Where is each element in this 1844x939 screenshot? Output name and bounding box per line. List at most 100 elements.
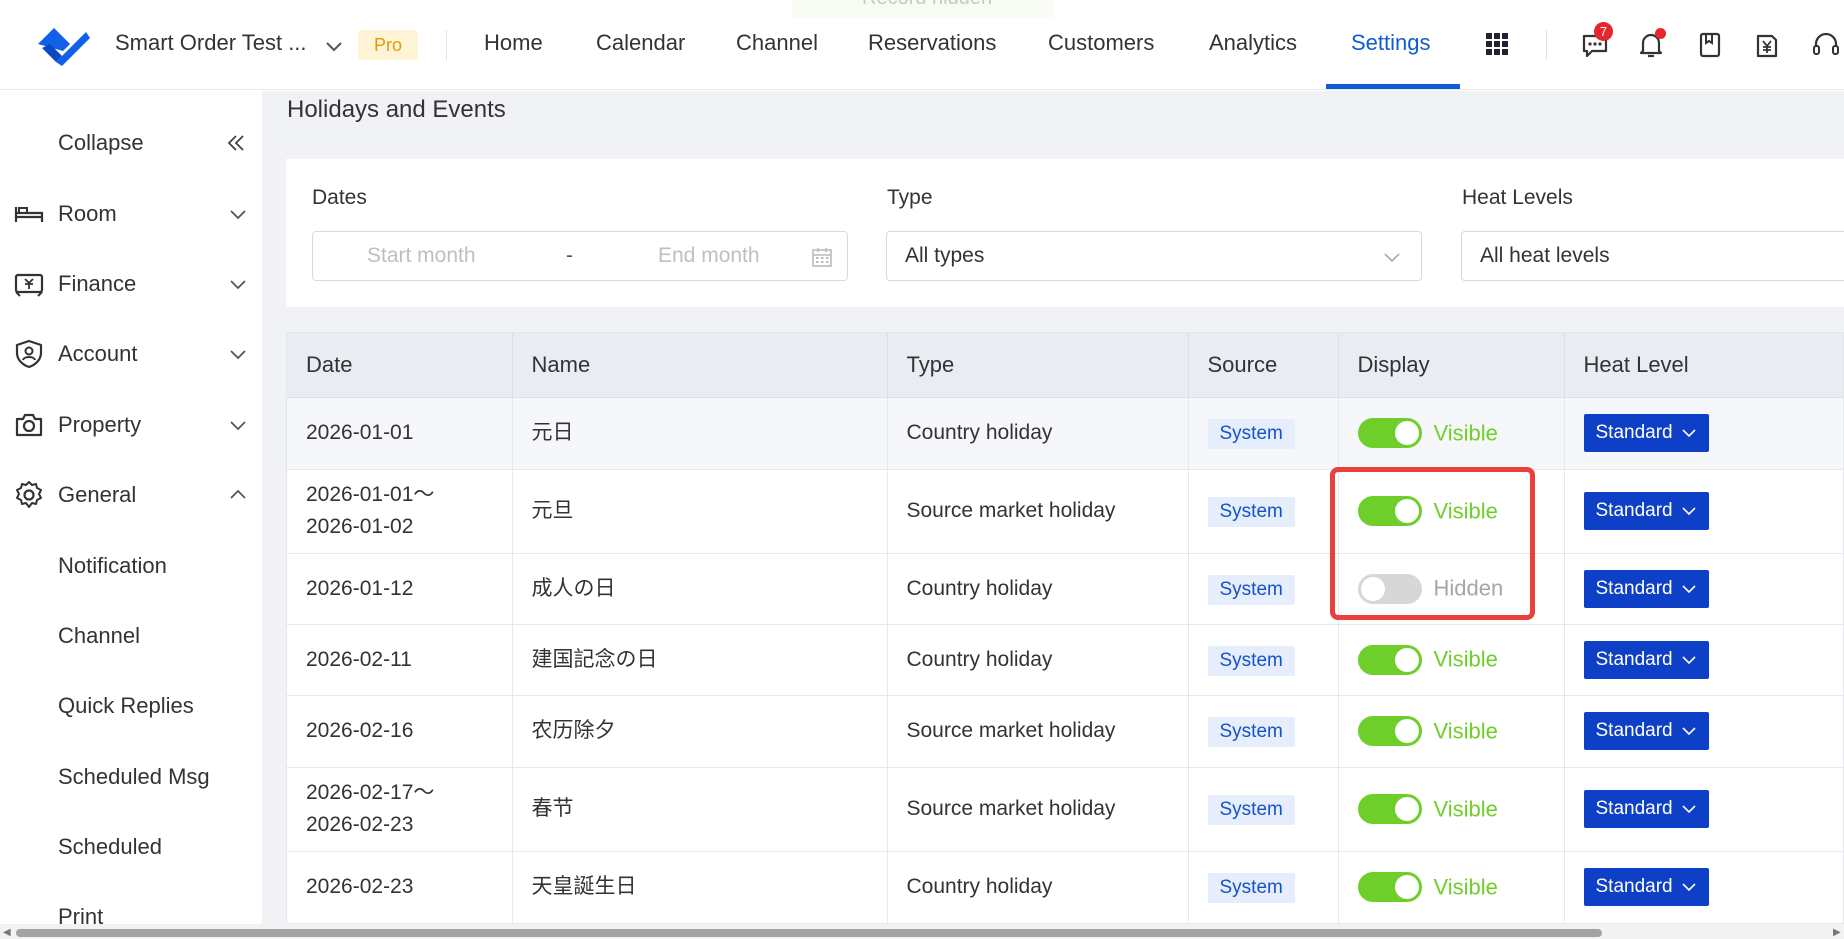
sidebar-item-room[interactable]: Room bbox=[0, 194, 262, 234]
heat-level-dropdown[interactable]: Standard bbox=[1583, 790, 1709, 828]
display-toggle[interactable] bbox=[1357, 716, 1422, 747]
source-tag: System bbox=[1207, 717, 1295, 747]
gear-icon bbox=[16, 481, 42, 508]
type-select[interactable]: All types bbox=[886, 231, 1422, 281]
apps-grid-icon[interactable] bbox=[1484, 31, 1510, 57]
name-cell: 天皇誕生日 bbox=[512, 851, 888, 924]
heat-level-select[interactable]: All heat levels bbox=[1461, 231, 1844, 281]
column-header-type[interactable]: Type bbox=[887, 333, 1189, 398]
payment-yen-icon[interactable] bbox=[1752, 30, 1782, 60]
heat-level-dropdown[interactable]: Standard bbox=[1583, 569, 1709, 608]
date-start: 2026-02-23 bbox=[306, 875, 414, 898]
scroll-left-arrow-icon[interactable]: ◀ bbox=[3, 927, 11, 938]
headset-support-icon[interactable] bbox=[1808, 30, 1844, 60]
sidebar-subitem-channel[interactable]: Channel bbox=[58, 623, 140, 649]
display-toggle[interactable] bbox=[1357, 794, 1422, 825]
date-end: 2026-02-23 bbox=[306, 813, 414, 836]
nav-settings[interactable]: Settings bbox=[1351, 30, 1431, 56]
table-row: 2026-02-23 天皇誕生日 Country holiday System … bbox=[287, 851, 1843, 924]
sidebar-subitem-quick-replies[interactable]: Quick Replies bbox=[58, 693, 194, 719]
heat-level-label: Standard bbox=[1595, 500, 1673, 521]
heat-level-dropdown[interactable]: Standard bbox=[1583, 414, 1709, 452]
display-status-text: Visible bbox=[1433, 498, 1498, 524]
sidebar-subitem-scheduled[interactable]: Scheduled bbox=[58, 834, 162, 860]
column-header-heat-level[interactable]: Heat Level bbox=[1564, 333, 1843, 398]
column-header-source[interactable]: Source bbox=[1188, 333, 1339, 398]
heat-level-label: Standard bbox=[1595, 422, 1673, 443]
display-status-text: Visible bbox=[1433, 718, 1498, 744]
chevron-down-icon[interactable] bbox=[324, 36, 344, 56]
column-header-display[interactable]: Display bbox=[1338, 333, 1565, 398]
date-cell: 2026-01-12 bbox=[287, 553, 513, 625]
double-chevron-left-icon[interactable] bbox=[226, 133, 246, 153]
heat-level-dropdown[interactable]: Standard bbox=[1583, 492, 1709, 530]
active-tab-indicator bbox=[1326, 84, 1460, 89]
chevron-down-icon bbox=[1682, 507, 1696, 516]
end-month-input[interactable]: End month bbox=[658, 244, 760, 268]
nav-customers[interactable]: Customers bbox=[1048, 30, 1154, 56]
display-toggle[interactable] bbox=[1357, 872, 1422, 903]
sidebar-item-property[interactable]: Property bbox=[0, 405, 262, 445]
calendar-icon bbox=[812, 248, 832, 267]
table-row: 2026-02-11 建国記念の日 Country holiday System… bbox=[287, 624, 1843, 696]
property-camera-icon bbox=[15, 413, 43, 437]
date-cell: 2026-01-01 bbox=[287, 397, 513, 470]
nav-channel[interactable]: Channel bbox=[736, 30, 818, 56]
heat-level-cell: Standard bbox=[1564, 553, 1843, 625]
nav-calendar[interactable]: Calendar bbox=[596, 30, 685, 56]
sidebar-item-label: Account bbox=[58, 341, 138, 366]
display-status-text: Hidden bbox=[1433, 575, 1504, 601]
type-cell: Country holiday bbox=[887, 553, 1189, 625]
display-cell: Hidden bbox=[1338, 553, 1565, 625]
horizontal-scrollbar-thumb[interactable] bbox=[16, 929, 1602, 937]
name-cell: 春节 bbox=[512, 767, 888, 852]
name-cell: 建国記念の日 bbox=[512, 624, 888, 696]
heat-level-cell: Standard bbox=[1564, 624, 1843, 696]
chevron-down-icon bbox=[1682, 584, 1696, 593]
sidebar-item-finance[interactable]: Finance bbox=[0, 264, 262, 304]
heat-level-dropdown[interactable]: Standard bbox=[1583, 712, 1709, 750]
start-month-input[interactable]: Start month bbox=[367, 244, 476, 268]
chevron-down-icon bbox=[1384, 253, 1400, 263]
bed-icon bbox=[14, 207, 44, 222]
toast-notification: Record hidden bbox=[792, 0, 1054, 18]
display-toggle[interactable] bbox=[1357, 644, 1422, 675]
scroll-right-arrow-icon[interactable]: ▶ bbox=[1833, 927, 1841, 938]
heat-level-select-value: All heat levels bbox=[1480, 244, 1610, 267]
date-range-picker[interactable]: Start month - End month bbox=[312, 231, 848, 281]
app-logo-icon[interactable] bbox=[34, 22, 92, 68]
heat-level-dropdown[interactable]: Standard bbox=[1583, 640, 1709, 679]
display-toggle[interactable] bbox=[1357, 573, 1422, 604]
column-header-name[interactable]: Name bbox=[512, 333, 888, 398]
nav-home[interactable]: Home bbox=[484, 30, 543, 56]
chevron-down-icon bbox=[1682, 805, 1696, 814]
heat-level-label: Standard bbox=[1595, 798, 1673, 819]
bookmark-book-icon[interactable] bbox=[1695, 30, 1725, 60]
sidebar-item-account[interactable]: Account bbox=[0, 334, 262, 374]
heat-level-dropdown[interactable]: Standard bbox=[1583, 868, 1709, 906]
nav-reservations[interactable]: Reservations bbox=[868, 30, 996, 56]
chevron-down-icon bbox=[1682, 655, 1696, 664]
toggle-knob bbox=[1394, 499, 1419, 524]
plan-badge: Pro bbox=[358, 30, 418, 60]
type-cell: Country holiday bbox=[887, 851, 1189, 924]
sidebar-item-label: Finance bbox=[58, 271, 137, 296]
sidebar-item-general[interactable]: General bbox=[0, 475, 262, 515]
sidebar-subitem-notification[interactable]: Notification bbox=[58, 553, 167, 579]
sidebar-subitem-scheduled-msg[interactable]: Scheduled Msg bbox=[58, 764, 210, 790]
type-cell: Source market holiday bbox=[887, 767, 1189, 852]
column-header-date[interactable]: Date bbox=[287, 333, 513, 398]
date-start: 2026-01-01～ bbox=[306, 483, 435, 506]
sidebar-collapse[interactable]: Collapse bbox=[0, 123, 262, 163]
display-cell: Visible bbox=[1338, 851, 1565, 924]
nav-analytics[interactable]: Analytics bbox=[1209, 30, 1297, 56]
date-start: 2026-02-17～ bbox=[306, 781, 435, 804]
display-toggle[interactable] bbox=[1357, 418, 1422, 449]
store-name[interactable]: Smart Order Test ... bbox=[115, 30, 307, 56]
display-toggle[interactable] bbox=[1357, 496, 1422, 527]
toggle-knob bbox=[1394, 647, 1419, 672]
dates-filter-label: Dates bbox=[312, 186, 367, 209]
table-row: 2026-01-01～ 2026-01-02 元旦 Source market h… bbox=[287, 469, 1843, 554]
sidebar-item-label: General bbox=[58, 482, 137, 507]
name-cell: 元旦 bbox=[512, 469, 888, 554]
